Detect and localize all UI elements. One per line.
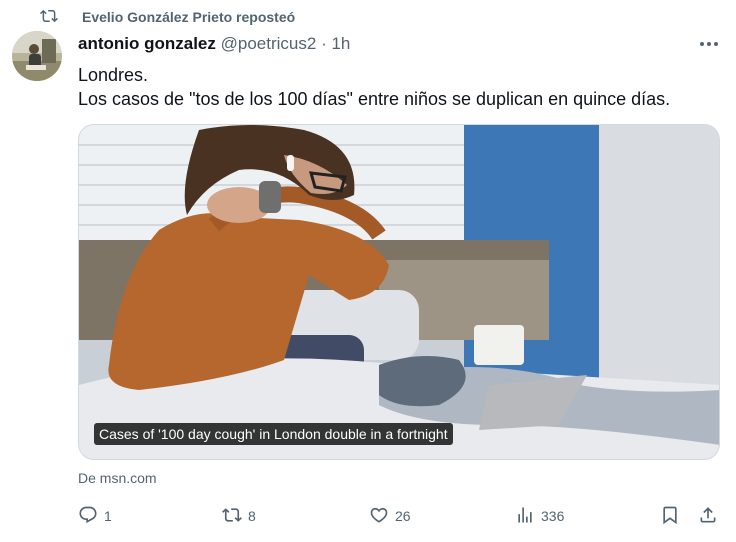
repost-count: 8 (248, 508, 256, 524)
tweet-header: antonio gonzalez @poetricus2 · 1h (78, 34, 350, 54)
repost-indicator (40, 8, 58, 28)
more-options-icon[interactable] (698, 34, 720, 54)
tweet-text: Londres. Los casos de "tos de los 100 dí… (78, 63, 670, 111)
avatar[interactable] (12, 31, 62, 81)
repost-label[interactable]: Evelio González Prieto reposteó (82, 9, 295, 25)
share-icon (698, 505, 718, 528)
bookmark-icon (660, 505, 680, 528)
views-button[interactable]: 336 (515, 502, 564, 530)
media-image[interactable] (78, 124, 720, 460)
heart-icon (369, 505, 395, 528)
author-handle[interactable]: @poetricus2 (221, 34, 317, 53)
repost-icon (40, 7, 58, 30)
separator-dot: · (321, 34, 327, 53)
reply-icon (78, 505, 104, 528)
like-count: 26 (395, 508, 411, 524)
action-bar: 1 8 26 336 (0, 502, 736, 530)
repost-button[interactable]: 8 (222, 502, 256, 530)
views-count: 336 (541, 508, 565, 524)
like-button[interactable]: 26 (369, 502, 411, 530)
bookmark-button[interactable] (660, 502, 680, 530)
analytics-icon (515, 505, 541, 528)
reply-button[interactable]: 1 (78, 502, 112, 530)
timestamp[interactable]: 1h (331, 34, 350, 53)
share-button[interactable] (698, 502, 718, 530)
tweet-text-line: Londres. (78, 65, 149, 85)
tweet-text-line: Los casos de "tos de los 100 días" entre… (78, 89, 671, 109)
link-source[interactable]: De msn.com (78, 470, 157, 486)
repost-action-icon (222, 505, 248, 528)
media-caption: Cases of '100 day cough' in London doubl… (94, 423, 453, 445)
reply-count: 1 (104, 508, 112, 524)
author-name[interactable]: antonio gonzalez (78, 34, 216, 53)
